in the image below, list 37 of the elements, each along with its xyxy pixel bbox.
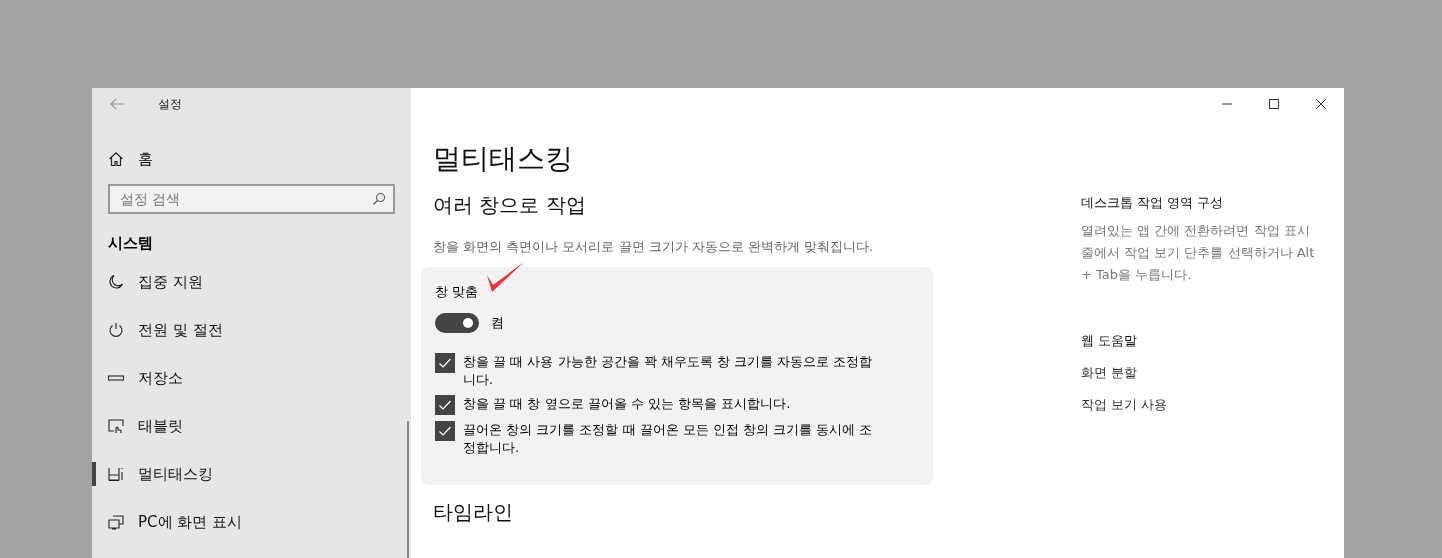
maximize-icon[interactable] <box>1268 98 1280 110</box>
description-text: 창을 화면의 측면이나 모서리로 끌면 크기가 자동으로 완벽하게 맞춰집니다. <box>433 238 875 256</box>
close-icon[interactable] <box>1315 98 1327 110</box>
home-link[interactable]: 홈 <box>108 144 228 174</box>
sidebar-item[interactable]: 멀티태스킹 <box>92 450 411 498</box>
checkbox[interactable] <box>435 353 455 373</box>
help-link[interactable]: 화면 분할 <box>1081 364 1138 382</box>
sidebar-item[interactable]: 저장소 <box>92 354 411 402</box>
setting-label: 창 맞춤 <box>435 283 479 301</box>
checkbox-label: 창을 끌 때 창 옆으로 끌어올 수 있는 항목을 표시합니다. <box>463 395 792 413</box>
toggle-switch[interactable] <box>435 313 479 333</box>
search-field[interactable]: 설정 검색 <box>108 184 395 214</box>
checkbox-label: 창을 끌 때 사용 가능한 공간을 꽉 채우도록 창 크기를 자동으로 조정합니다. <box>463 353 874 389</box>
help-heading: 웹 도움말 <box>1081 332 1139 350</box>
tablet-icon <box>108 418 124 434</box>
toggle-label: 켬 <box>491 314 504 332</box>
monitor-icon <box>108 514 124 530</box>
section-heading: 여러 창으로 작업 <box>433 192 587 219</box>
section-heading: 시스템 <box>108 234 154 254</box>
checkbox[interactable] <box>435 395 455 415</box>
checkbox[interactable] <box>435 421 455 441</box>
multitask-icon <box>108 466 124 482</box>
power-icon <box>108 322 124 338</box>
checkbox-label: 끌어온 창의 크기를 조정할 때 끌어온 모든 인접 창의 크기를 동시에 조정합니다. <box>463 421 874 457</box>
moon-icon <box>108 274 124 290</box>
sidebar-item[interactable]: 태블릿 <box>92 402 411 450</box>
sidebar-item[interactable]: 전원 및 절전 <box>92 306 411 354</box>
related-text: 열려있는 앱 간에 전환하려면 작업 표시줄에서 작업 보기 단추를 선택하거나 Alt + Tab을 누릅니다. <box>1081 222 1316 284</box>
page-title: 멀티태스킹 <box>433 141 574 177</box>
search-icon <box>372 192 386 206</box>
sidebar-item[interactable]: PC에 화면 표시 <box>92 498 411 546</box>
help-link[interactable]: 작업 보기 사용 <box>1081 396 1168 414</box>
window-title: 설정 <box>158 95 182 113</box>
home-icon <box>108 151 124 167</box>
section-heading: 타임라인 <box>433 499 514 526</box>
sidebar-item[interactable]: 집중 지원 <box>92 258 411 306</box>
related-heading: 데스크톱 작업 영역 구성 <box>1081 194 1225 212</box>
